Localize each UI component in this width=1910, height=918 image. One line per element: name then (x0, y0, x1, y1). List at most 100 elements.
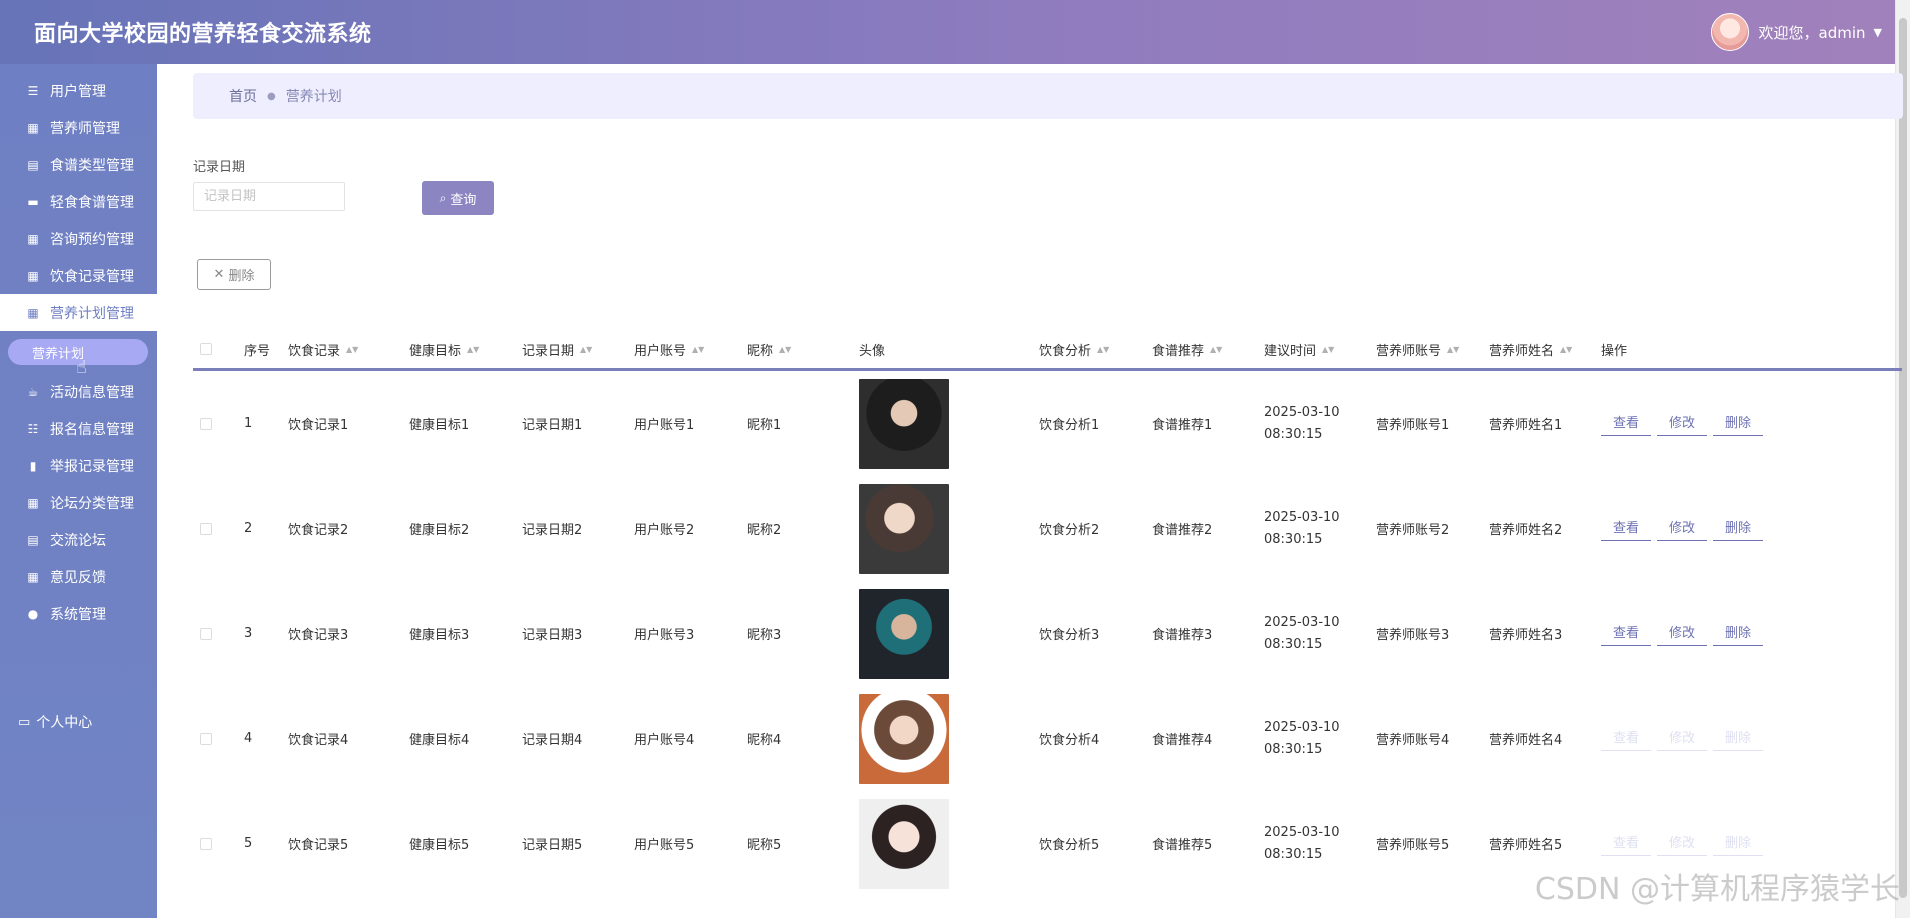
edit-button[interactable]: 修改 (1657, 412, 1708, 436)
cell-record-date: 记录日期2 (522, 523, 583, 538)
cell-nickname: 昵称4 (747, 733, 782, 748)
doc-icon: ▤ (27, 157, 39, 172)
chevron-down-icon[interactable]: ▼ (1874, 26, 1882, 39)
cell-avatar (859, 476, 949, 581)
view-button[interactable]: 查看 (1601, 727, 1652, 751)
table-header: 序号 饮食记录 ▲▼ 健康目标 ▲▼ 记录日期 ▲▼ 用户账号 ▲▼ 昵称 ▲▼ 头像 饮… (193, 330, 1902, 371)
cell-record-date: 记录日期1 (522, 418, 583, 433)
view-button[interactable]: 查看 (1601, 412, 1652, 436)
delete-button[interactable]: 删除 (1713, 832, 1764, 856)
col-label: 健康目标 (409, 344, 462, 359)
delete-button[interactable]: 删除 (1713, 517, 1764, 541)
col-suggest-time[interactable]: 建议时间 ▲▼ (1264, 340, 1334, 359)
edit-button[interactable]: 修改 (1657, 727, 1708, 751)
delete-button[interactable]: 删除 (1713, 727, 1764, 751)
sort-icon[interactable]: ▲▼ (779, 345, 791, 353)
sidebar-item-label: 咨询预约管理 (50, 231, 134, 248)
cell-diet-analysis: 饮食分析4 (1039, 733, 1100, 748)
sidebar-item-system[interactable]: ● 系统管理 (0, 595, 157, 632)
batch-delete-button[interactable]: ✕ 删除 (197, 259, 271, 290)
edit-button[interactable]: 修改 (1657, 832, 1708, 856)
sort-icon[interactable]: ▲▼ (580, 345, 592, 353)
col-health-goal[interactable]: 健康目标 ▲▼ (409, 340, 479, 359)
avatar-image[interactable] (859, 798, 949, 889)
select-all-checkbox[interactable] (200, 343, 212, 355)
sort-icon[interactable]: ▲▼ (1447, 345, 1459, 353)
cell-avatar (859, 581, 949, 686)
sidebar-item-activities[interactable]: ☕ 活动信息管理 (0, 373, 157, 410)
row-checkbox[interactable] (200, 476, 212, 581)
welcome-text[interactable]: 欢迎您，admin (1759, 22, 1866, 43)
sidebar-item-recipe-types[interactable]: ▤ 食谱类型管理 (0, 146, 157, 183)
cell-nutritionist-name: 营养师姓名4 (1489, 733, 1563, 748)
cell-nickname: 昵称1 (747, 418, 782, 433)
row-checkbox[interactable] (200, 371, 212, 476)
cell-nutritionist-account: 营养师账号2 (1376, 523, 1450, 538)
view-button[interactable]: 查看 (1601, 517, 1652, 541)
sidebar-item-label: 用户管理 (50, 83, 106, 100)
cell-record-date: 记录日期3 (522, 628, 583, 643)
doc-icon: ▤ (27, 532, 39, 547)
col-user-account[interactable]: 用户账号 ▲▼ (634, 340, 704, 359)
edit-button[interactable]: 修改 (1657, 517, 1708, 541)
grid-icon: ▦ (27, 120, 39, 135)
sidebar-item-diet-records[interactable]: ▦ 饮食记录管理 (0, 257, 157, 294)
sidebar-item-nutritionists[interactable]: ▦ 营养师管理 (0, 109, 157, 146)
sidebar-item-label: 系统管理 (50, 606, 106, 623)
sidebar-item-light-recipes[interactable]: ▬ 轻食食谱管理 (0, 183, 157, 220)
sidebar-item-label: 交流论坛 (50, 532, 106, 549)
sort-icon[interactable]: ▲▼ (1560, 345, 1572, 353)
col-diet-record[interactable]: 饮食记录 ▲▼ (288, 340, 358, 359)
avatar-image[interactable] (859, 378, 949, 469)
sidebar-item-users[interactable]: ☰ 用户管理 (0, 72, 157, 109)
col-diet-analysis[interactable]: 饮食分析 ▲▼ (1039, 340, 1109, 359)
row-checkbox[interactable] (200, 581, 212, 686)
sidebar-item-nutrition-plans[interactable]: ▦ 营养计划管理 (0, 294, 157, 331)
avatar-image[interactable] (859, 483, 949, 574)
user-menu[interactable]: 欢迎您，admin ▼ (1710, 13, 1882, 51)
sidebar-item-feedback[interactable]: ▦ 意见反馈 (0, 558, 157, 595)
col-record-date[interactable]: 记录日期 ▲▼ (522, 340, 592, 359)
sidebar-item-consultations[interactable]: ▦ 咨询预约管理 (0, 220, 157, 257)
monitor-icon: ▬ (27, 194, 39, 209)
sidebar-item-reports[interactable]: ▮ 举报记录管理 (0, 447, 157, 484)
sort-icon[interactable]: ▲▼ (467, 345, 479, 353)
col-recipe[interactable]: 食谱推荐 ▲▼ (1152, 340, 1222, 359)
edit-button[interactable]: 修改 (1657, 622, 1708, 646)
view-button[interactable]: 查看 (1601, 832, 1652, 856)
sort-icon[interactable]: ▲▼ (346, 345, 358, 353)
avatar[interactable] (1710, 13, 1749, 51)
row-checkbox[interactable] (200, 791, 212, 896)
cell-record-date: 记录日期4 (522, 733, 583, 748)
sort-icon[interactable]: ▲▼ (1210, 345, 1222, 353)
cell-recipe: 食谱推荐4 (1152, 733, 1213, 748)
avatar-image[interactable] (859, 588, 949, 679)
view-button[interactable]: 查看 (1601, 622, 1652, 646)
cell-nickname: 昵称3 (747, 628, 782, 643)
delete-button[interactable]: 删除 (1713, 412, 1764, 436)
col-nutritionist-account[interactable]: 营养师账号 ▲▼ (1376, 340, 1459, 359)
breadcrumb-home[interactable]: 首页 (229, 86, 257, 106)
sort-icon[interactable]: ▲▼ (1322, 345, 1334, 353)
col-nutritionist-name[interactable]: 营养师姓名 ▲▼ (1489, 340, 1572, 359)
sort-icon[interactable]: ▲▼ (1097, 345, 1109, 353)
col-nickname[interactable]: 昵称 ▲▼ (747, 340, 791, 359)
close-icon: ✕ (213, 267, 225, 282)
cell-nutritionist-name: 营养师姓名1 (1489, 418, 1563, 433)
breadcrumb-separator-icon: ● (267, 90, 276, 102)
sidebar-item-registrations[interactable]: ☷ 报名信息管理 (0, 410, 157, 447)
sidebar-item-forum[interactable]: ▤ 交流论坛 (0, 521, 157, 558)
sort-icon[interactable]: ▲▼ (692, 345, 704, 353)
sidebar-item-personal-center[interactable]: ▭ 个人中心 (18, 712, 92, 732)
cell-nickname: 昵称5 (747, 838, 782, 853)
col-label: 营养师账号 (1376, 344, 1442, 359)
delete-button[interactable]: 删除 (1713, 622, 1764, 646)
cell-user-account: 用户账号3 (634, 628, 695, 643)
record-date-input[interactable] (193, 182, 345, 211)
search-button[interactable]: ⌕ 查询 (422, 181, 494, 215)
cell-diet-analysis: 饮食分析2 (1039, 523, 1100, 538)
data-table: 序号 饮食记录 ▲▼ 健康目标 ▲▼ 记录日期 ▲▼ 用户账号 ▲▼ 昵称 ▲▼ 头像 饮… (193, 330, 1902, 896)
sidebar-item-forum-categories[interactable]: ▦ 论坛分类管理 (0, 484, 157, 521)
row-checkbox[interactable] (200, 686, 212, 791)
avatar-image[interactable] (859, 693, 949, 784)
